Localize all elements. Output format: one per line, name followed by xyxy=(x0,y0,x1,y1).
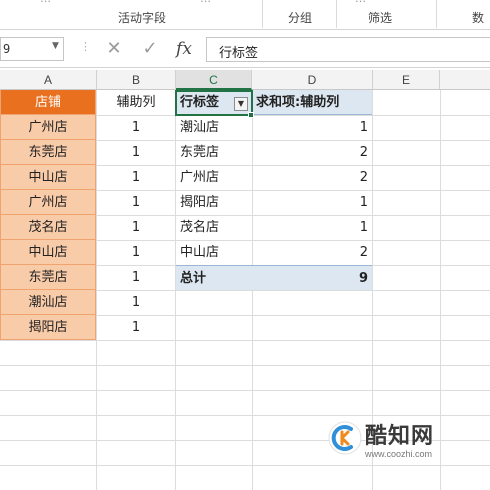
pivot-row-value[interactable]: 2 xyxy=(252,240,372,265)
ribbon-group-filter: 筛选 xyxy=(368,11,393,25)
pivot-row-label[interactable]: 揭阳店 xyxy=(176,190,252,215)
pivot-total-label[interactable]: 总计 xyxy=(176,265,252,290)
pivot-value-header[interactable]: 求和项:辅助列 xyxy=(252,90,372,115)
ribbon: … … … 活动字段 分组 筛选 数 xyxy=(0,0,490,30)
source-cell-store[interactable]: 潮汕店 xyxy=(0,290,96,315)
insert-function-icon[interactable]: fx xyxy=(170,37,198,61)
source-cell-helper[interactable]: 1 xyxy=(97,240,175,265)
ribbon-group-active-field: 活动字段 xyxy=(118,11,167,25)
filter-dropdown-icon[interactable]: ▼ xyxy=(234,97,248,111)
column-header-d[interactable]: D xyxy=(252,70,373,90)
confirm-icon[interactable]: ✓ xyxy=(136,37,164,61)
source-cell-store[interactable]: 东莞店 xyxy=(0,265,96,290)
chevron-down-icon[interactable]: ▼ xyxy=(52,41,59,51)
ribbon-separator xyxy=(436,0,437,28)
pivot-row-label[interactable]: 茂名店 xyxy=(176,215,252,240)
source-cell-helper[interactable]: 1 xyxy=(97,140,175,165)
column-header-a[interactable]: A xyxy=(0,70,97,90)
source-cell-helper[interactable]: 1 xyxy=(97,215,175,240)
ribbon-group-group: 分组 xyxy=(288,11,313,25)
pivot-row-value[interactable]: 1 xyxy=(252,115,372,140)
source-cell-store[interactable]: 茂名店 xyxy=(0,215,96,240)
source-cell-store[interactable]: 中山店 xyxy=(0,240,96,265)
source-cell-helper[interactable]: 1 xyxy=(97,165,175,190)
source-cell-store[interactable]: 广州店 xyxy=(0,115,96,140)
source-cell-helper[interactable]: 1 xyxy=(97,290,175,315)
ribbon-button-fragment[interactable]: … xyxy=(200,0,211,5)
column-header-f[interactable] xyxy=(440,70,490,90)
source-cell-helper[interactable]: 1 xyxy=(97,190,175,215)
pivot-total-value[interactable]: 9 xyxy=(252,265,372,290)
gridline xyxy=(0,340,490,341)
gridline xyxy=(0,365,490,366)
formula-bar: 9 ▼ ⋮ ✕ ✓ fx 行标签 xyxy=(0,31,490,68)
ribbon-group-data: 数 xyxy=(472,11,485,25)
source-cell-store[interactable]: 中山店 xyxy=(0,165,96,190)
source-cell-store[interactable]: 东莞店 xyxy=(0,140,96,165)
gridline xyxy=(0,390,490,391)
source-cell-helper[interactable]: 1 xyxy=(97,265,175,290)
source-header-helper[interactable]: 辅助列 xyxy=(97,90,175,115)
column-header-e[interactable]: E xyxy=(373,70,440,90)
cancel-icon[interactable]: ✕ xyxy=(100,37,128,61)
source-cell-helper[interactable]: 1 xyxy=(97,115,175,140)
watermark-url: www.coozhi.com xyxy=(365,449,433,459)
pivot-row-value[interactable]: 1 xyxy=(252,190,372,215)
formula-input-value: 行标签 xyxy=(219,46,259,61)
formula-bar-resize-handle[interactable]: ⋮ xyxy=(80,40,91,53)
pivot-row-value[interactable]: 2 xyxy=(252,140,372,165)
column-header-b[interactable]: B xyxy=(97,70,176,90)
coozhi-logo-icon xyxy=(328,421,362,455)
watermark-brand: 酷知网 xyxy=(365,424,435,449)
ribbon-button-fragment[interactable]: … xyxy=(355,0,366,5)
pivot-row-value[interactable]: 1 xyxy=(252,215,372,240)
source-header-store[interactable]: 店铺 xyxy=(0,90,96,115)
pivot-row-label[interactable]: 中山店 xyxy=(176,240,252,265)
formula-input[interactable]: 行标签 xyxy=(206,37,490,62)
ribbon-separator xyxy=(336,0,337,28)
gridline xyxy=(0,415,490,416)
pivot-row-value[interactable]: 2 xyxy=(252,165,372,190)
column-header-c[interactable]: C xyxy=(176,70,252,90)
pivot-row-label-header-text: 行标签 xyxy=(180,95,220,110)
source-cell-store[interactable]: 揭阳店 xyxy=(0,315,96,340)
ribbon-button-fragment[interactable]: … xyxy=(40,0,51,5)
pivot-row-label[interactable]: 东莞店 xyxy=(176,140,252,165)
name-box-value: 9 xyxy=(3,42,11,56)
ribbon-separator xyxy=(262,0,263,28)
pivot-row-label[interactable]: 广州店 xyxy=(176,165,252,190)
pivot-row-label[interactable]: 潮汕店 xyxy=(176,115,252,140)
watermark-logo: 酷知网 www.coozhi.com xyxy=(327,418,487,474)
source-cell-store[interactable]: 广州店 xyxy=(0,190,96,215)
source-cell-helper[interactable]: 1 xyxy=(97,315,175,340)
